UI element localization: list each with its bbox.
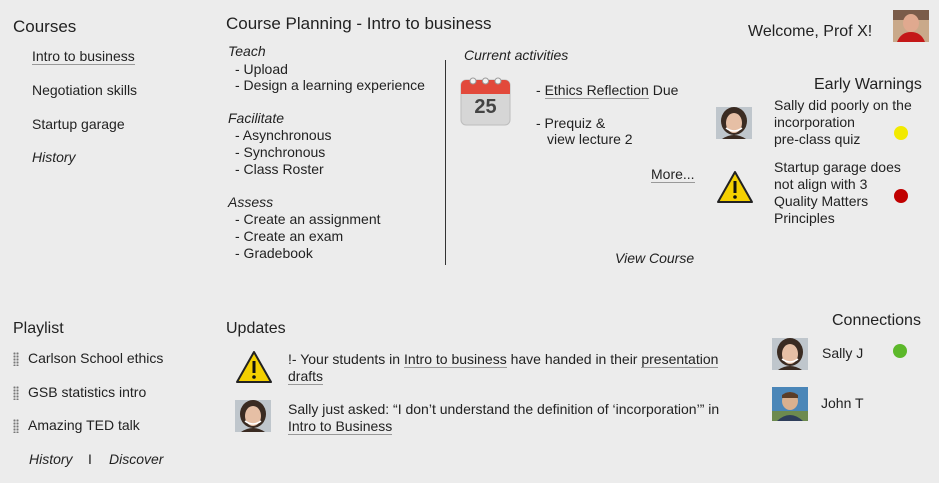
course-planning-title: Course Planning - Intro to business bbox=[226, 14, 492, 33]
connection-name[interactable]: John T bbox=[821, 395, 864, 412]
course-item-label[interactable]: Intro to business bbox=[32, 48, 135, 65]
updates-title: Updates bbox=[226, 320, 286, 337]
warning-2-status-dot bbox=[894, 189, 908, 203]
assess-create-assignment-link[interactable]: - Create an assignment bbox=[235, 211, 381, 228]
drag-handle-icon[interactable] bbox=[13, 352, 19, 366]
warning-2-line2: not align with 3 bbox=[774, 176, 868, 192]
teach-heading: Teach bbox=[228, 43, 266, 59]
warning-1-text[interactable]: Sally did poorly on the incorporation pr… bbox=[774, 97, 912, 148]
student-avatar-icon bbox=[716, 107, 752, 139]
update-1-line2: drafts bbox=[288, 368, 324, 385]
assess-gradebook-link[interactable]: - Gradebook bbox=[235, 245, 313, 262]
ethics-reflection-link[interactable]: Ethics Reflection bbox=[544, 82, 649, 99]
activities-more-link[interactable]: More... bbox=[651, 166, 695, 183]
teach-upload-link[interactable]: - Upload bbox=[235, 61, 288, 78]
drag-handle-icon[interactable] bbox=[13, 419, 19, 433]
assess-create-exam-link[interactable]: - Create an exam bbox=[235, 228, 343, 245]
playlist-history-link[interactable]: History bbox=[29, 451, 73, 467]
warning-icon bbox=[716, 170, 754, 204]
student-avatar-icon bbox=[235, 400, 271, 432]
activity-prequiz-line2[interactable]: view lecture 2 bbox=[547, 131, 633, 148]
playlist-discover-link[interactable]: Discover bbox=[109, 451, 163, 467]
update-1-drafts-link[interactable]: presentation bbox=[641, 351, 719, 368]
welcome-text: Welcome, Prof X! bbox=[748, 23, 873, 40]
update-2-line2: Intro to Business bbox=[288, 418, 393, 435]
connection-avatar[interactable] bbox=[772, 387, 808, 421]
playlist-item-statistics[interactable]: GSB statistics intro bbox=[28, 384, 146, 400]
activity-prefix: - bbox=[536, 82, 545, 98]
update-1-text2: have handed in their bbox=[506, 351, 642, 367]
playlist-item-ted-talk[interactable]: Amazing TED talk bbox=[28, 417, 140, 433]
warning-1-line3: pre-class quiz bbox=[774, 131, 861, 147]
calendar-icon: 25 bbox=[460, 74, 511, 126]
update-2-course-link[interactable]: Intro to Business bbox=[288, 418, 393, 435]
update-1-course-link[interactable]: Intro to business bbox=[403, 351, 507, 368]
course-item-negotiation-skills[interactable]: Negotiation skills bbox=[32, 82, 137, 98]
facilitate-roster-link[interactable]: - Class Roster bbox=[235, 161, 324, 178]
update-1-drafts-link-2[interactable]: drafts bbox=[288, 368, 324, 385]
planning-divider bbox=[445, 60, 446, 265]
activity-suffix: Due bbox=[648, 82, 679, 98]
connections-title: Connections bbox=[832, 312, 921, 329]
course-item-startup-garage[interactable]: Startup garage bbox=[32, 116, 125, 132]
courses-title: Courses bbox=[13, 17, 77, 36]
warning-2-line1: Startup garage does bbox=[774, 159, 901, 175]
connection-avatar[interactable] bbox=[772, 338, 808, 370]
warning-1-line1: Sally did poorly on the bbox=[774, 97, 912, 113]
update-1-text: !- Your students in bbox=[288, 351, 404, 367]
calendar-day: 25 bbox=[474, 96, 497, 118]
courses-history-link[interactable]: History bbox=[32, 149, 76, 165]
early-warnings-title: Early Warnings bbox=[814, 76, 922, 93]
playlist-title: Playlist bbox=[13, 320, 64, 337]
facilitate-async-link[interactable]: - Asynchronous bbox=[235, 127, 332, 144]
profile-avatar[interactable] bbox=[893, 10, 929, 42]
update-2-text: Sally just asked: “I don’t understand th… bbox=[288, 401, 720, 417]
warning-1-status-dot bbox=[894, 126, 908, 140]
connection-name[interactable]: Sally J bbox=[822, 345, 863, 362]
warning-2-line3: Quality Matters bbox=[774, 193, 869, 209]
online-status-dot bbox=[893, 344, 907, 358]
warning-2-line4: Principles bbox=[774, 210, 835, 226]
more-link-label[interactable]: More... bbox=[651, 166, 695, 183]
course-item-intro-to-business[interactable]: Intro to business bbox=[32, 48, 135, 65]
activity-ethics-reflection: - Ethics Reflection Due bbox=[536, 82, 678, 99]
playlist-separator: I bbox=[88, 451, 92, 467]
drag-handle-icon[interactable] bbox=[13, 386, 19, 400]
playlist-item-ethics[interactable]: Carlson School ethics bbox=[28, 350, 163, 366]
assess-heading: Assess bbox=[228, 194, 274, 210]
facilitate-heading: Facilitate bbox=[228, 110, 285, 126]
activity-prequiz-line1[interactable]: - Prequiz & bbox=[536, 115, 605, 132]
facilitate-sync-link[interactable]: - Synchronous bbox=[235, 144, 325, 161]
warning-1-line2: incorporation bbox=[774, 114, 855, 130]
current-activities-title: Current activities bbox=[464, 47, 569, 63]
update-1: !- Your students in Intro to business ha… bbox=[288, 351, 738, 368]
warning-2-text[interactable]: Startup garage does not align with 3 Qua… bbox=[774, 159, 901, 227]
warning-icon bbox=[235, 350, 273, 384]
teach-design-link[interactable]: - Design a learning experience bbox=[235, 77, 425, 94]
view-course-link[interactable]: View Course bbox=[615, 250, 694, 267]
